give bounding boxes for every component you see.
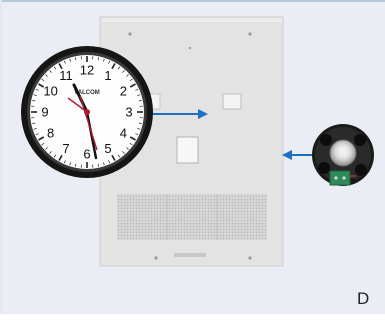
panel-letter: D — [357, 289, 370, 308]
clock-numeral: 9 — [41, 105, 48, 120]
clock-numeral: 11 — [59, 68, 73, 83]
clock-numeral: 8 — [47, 126, 54, 141]
screw-icon — [248, 32, 252, 36]
clock-numeral: 1 — [104, 68, 111, 83]
clock-numeral: 6 — [83, 147, 90, 162]
speaker-terminal-board — [329, 170, 351, 186]
screw-icon — [128, 32, 132, 36]
clock-numeral: 2 — [120, 84, 127, 99]
bottom-strip — [0, 314, 385, 322]
speaker-grille — [117, 194, 267, 240]
backplate-brand — [174, 253, 206, 257]
clock-numeral: 7 — [62, 141, 69, 156]
screw-icon — [154, 256, 158, 260]
mount-cutout — [222, 93, 242, 110]
clock-numeral: 12 — [80, 63, 94, 78]
outlet-cutout — [176, 136, 199, 164]
clock-icon: 12 1234567891011 VALCOM — [21, 46, 153, 178]
clock-numeral: 3 — [125, 105, 132, 120]
clock-numeral: 10 — [43, 84, 57, 99]
clock-numeral: 5 — [104, 141, 111, 156]
clock-numeral: 4 — [120, 126, 127, 141]
screw-icon — [188, 46, 192, 50]
product-illustration: 12 1234567891011 VALCOM — [21, 16, 374, 267]
arrow-icon — [282, 150, 316, 160]
screw-icon — [248, 256, 252, 260]
speaker-icon — [312, 124, 374, 186]
